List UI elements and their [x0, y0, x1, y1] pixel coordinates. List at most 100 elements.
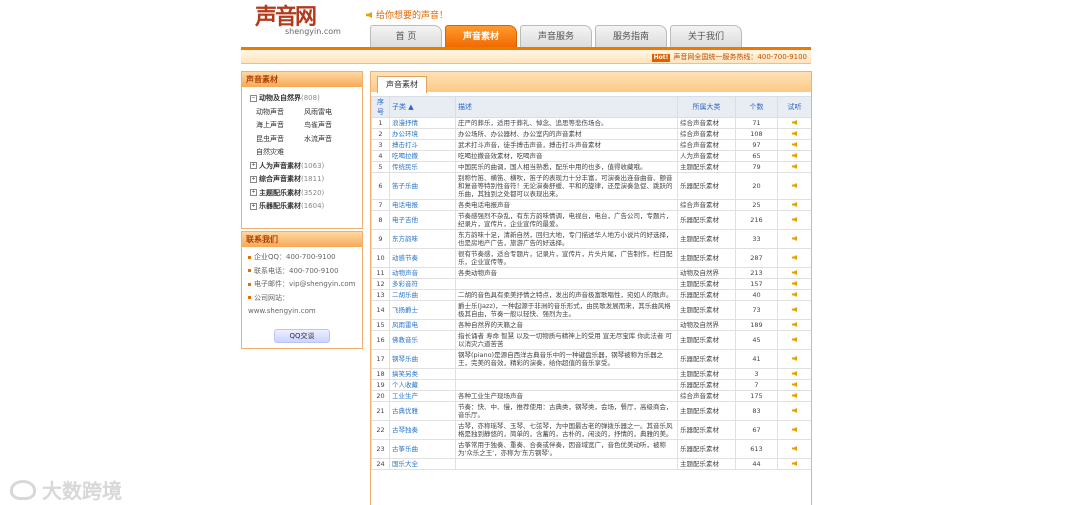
- subcategory-link[interactable]: 传统民乐: [389, 161, 456, 173]
- speaker-icon[interactable]: [792, 164, 797, 169]
- subcategory-link[interactable]: 动物声音: [389, 267, 456, 279]
- column-header-count[interactable]: 个数: [735, 96, 778, 118]
- subcategory-link[interactable]: 笛子乐曲: [389, 172, 456, 200]
- subcategory-link[interactable]: 东方韵味: [389, 229, 456, 249]
- subcategory-link[interactable]: 个人收藏: [389, 379, 456, 391]
- speaker-icon[interactable]: [792, 307, 797, 312]
- listen-cell: [777, 199, 811, 211]
- category-instrument-music[interactable]: + 乐器配乐素材(1604): [250, 200, 354, 214]
- speaker-icon[interactable]: [792, 461, 797, 466]
- collapse-icon[interactable]: −: [250, 94, 257, 102]
- expand-icon[interactable]: +: [250, 202, 257, 210]
- speaker-icon[interactable]: [792, 270, 797, 275]
- subcategory-link[interactable]: 办公环境: [389, 128, 456, 140]
- speaker-icon[interactable]: [792, 356, 797, 361]
- category-theme-music[interactable]: + 主题配乐素材(3520): [250, 187, 354, 201]
- material-table: 序号 子类 ▲ 描述 所属大类 个数 试听 1 浪漫抒情 庄严的葬乐，适用于葬礼、悼…: [371, 96, 811, 470]
- row-count: 108: [735, 128, 778, 140]
- subcategory-link[interactable]: 国乐大全: [389, 458, 456, 470]
- row-category: 综合声音素材: [677, 139, 736, 151]
- subcategory-link[interactable]: 多彩音符: [389, 278, 456, 290]
- subcategory-link[interactable]: 浪漫抒情: [389, 117, 456, 129]
- subcategory-link[interactable]: 风雨雷电: [389, 319, 456, 331]
- speaker-icon[interactable]: [792, 408, 797, 413]
- speaker-icon[interactable]: [792, 427, 797, 432]
- nav-tab-about-us[interactable]: 关于我们: [670, 25, 742, 47]
- speaker-icon[interactable]: [792, 446, 797, 451]
- subcategory-link[interactable]: 电话电报: [389, 199, 456, 211]
- subcategory-link[interactable]: 古筝乐曲: [389, 439, 456, 459]
- speaker-icon[interactable]: [792, 337, 797, 342]
- subcategory-item[interactable]: 昆虫声音: [256, 133, 304, 147]
- listen-cell: [777, 172, 811, 200]
- slogan: 给你想要的声音！: [366, 8, 448, 21]
- subcategory-link[interactable]: 古典优雅: [389, 401, 456, 421]
- row-description: 很有节奏感，适合专题片，记录片，宣传片，片头片尾，广告制作，栏目配乐，企业宣传等…: [455, 248, 678, 268]
- nav-tab-sound-material[interactable]: 声音素材: [445, 25, 517, 47]
- speaker-icon[interactable]: [792, 371, 797, 376]
- row-description: 钢琴(piano)是源自西洋古典音乐中的一种键盘乐器，钢琴被称为乐器之王，完美的…: [455, 349, 678, 369]
- subcategory-item[interactable]: 动物声音: [256, 106, 304, 120]
- speaker-icon[interactable]: [792, 393, 797, 398]
- nav-tab-service-guide[interactable]: 服务指南: [595, 25, 667, 47]
- qq-chat-button[interactable]: QQ交谈: [274, 328, 330, 343]
- speaker-icon[interactable]: [792, 255, 797, 260]
- speaker-icon[interactable]: [792, 142, 797, 147]
- speaker-icon: [366, 12, 372, 18]
- listen-cell: [777, 390, 811, 402]
- subcategory-link[interactable]: 电子吉他: [389, 210, 456, 230]
- speaker-icon[interactable]: [792, 217, 797, 222]
- column-header-listen[interactable]: 试听: [777, 96, 811, 118]
- row-count: 25: [735, 199, 778, 211]
- row-count: 157: [735, 278, 778, 290]
- nav-tab-sound-service[interactable]: 声音服务: [520, 25, 592, 47]
- subcategory-link[interactable]: 动感节奏: [389, 248, 456, 268]
- bullet-icon: [248, 282, 251, 286]
- speaker-icon[interactable]: [792, 281, 797, 286]
- speaker-icon[interactable]: [792, 120, 797, 125]
- listen-cell: [777, 128, 811, 140]
- speaker-icon[interactable]: [792, 382, 797, 387]
- column-header-subcategory[interactable]: 子类 ▲: [389, 96, 456, 118]
- subcategory-link[interactable]: 飞扬爵士: [389, 300, 456, 320]
- row-count: 7: [735, 379, 778, 391]
- row-category: 主题配乐素材: [677, 278, 736, 290]
- subcategory-link[interactable]: 搏击打斗: [389, 139, 456, 151]
- speaker-icon[interactable]: [792, 236, 797, 241]
- speaker-icon[interactable]: [792, 322, 797, 327]
- speaker-icon[interactable]: [792, 183, 797, 188]
- expand-icon[interactable]: +: [250, 175, 257, 183]
- category-nature[interactable]: − 动物及自然界(808): [250, 92, 354, 106]
- listen-cell: [777, 401, 811, 421]
- subcategory-link[interactable]: 二胡乐曲: [389, 289, 456, 301]
- row-category: 主题配乐素材: [677, 330, 736, 350]
- subcategory-link[interactable]: 古琴独奏: [389, 420, 456, 440]
- category-general[interactable]: + 综合声音素材(1811): [250, 173, 354, 187]
- subcategory-item[interactable]: 风雨雷电: [304, 106, 352, 120]
- listen-cell: [777, 379, 811, 391]
- subcategory-link[interactable]: 佛教音乐: [389, 330, 456, 350]
- subcategory-item[interactable]: 自然灾难: [256, 146, 304, 160]
- subcategory-item[interactable]: 水流声音: [304, 133, 352, 147]
- tab-sound-material[interactable]: 声音素材: [377, 76, 427, 93]
- table-row: 12 多彩音符 主题配乐素材 157: [371, 278, 811, 290]
- column-header-description[interactable]: 描述: [455, 96, 678, 118]
- speaker-icon[interactable]: [792, 153, 797, 158]
- subcategory-link[interactable]: 钢琴乐曲: [389, 349, 456, 369]
- nav-tab-home[interactable]: 首 页: [370, 25, 442, 47]
- expand-icon[interactable]: +: [250, 189, 257, 196]
- speaker-icon[interactable]: [792, 202, 797, 207]
- category-human[interactable]: + 人为声音素材(1063): [250, 160, 354, 174]
- subcategory-item[interactable]: 海上声音: [256, 119, 304, 133]
- logo-domain: shengyin.com: [285, 27, 341, 36]
- speaker-icon[interactable]: [792, 131, 797, 136]
- site-logo[interactable]: 声音网 shengyin.com: [255, 5, 355, 45]
- subcategory-item[interactable]: 鸟雀声音: [304, 119, 352, 133]
- column-header-category[interactable]: 所属大类: [677, 96, 736, 118]
- expand-icon[interactable]: +: [250, 162, 257, 169]
- speaker-icon[interactable]: [792, 292, 797, 297]
- subcategory-link[interactable]: 工业生产: [389, 390, 456, 402]
- subcategory-link[interactable]: 搞笑另类: [389, 368, 456, 380]
- subcategory-link[interactable]: 吃喝拉撒: [389, 150, 456, 162]
- column-header-num[interactable]: 序号: [371, 96, 390, 118]
